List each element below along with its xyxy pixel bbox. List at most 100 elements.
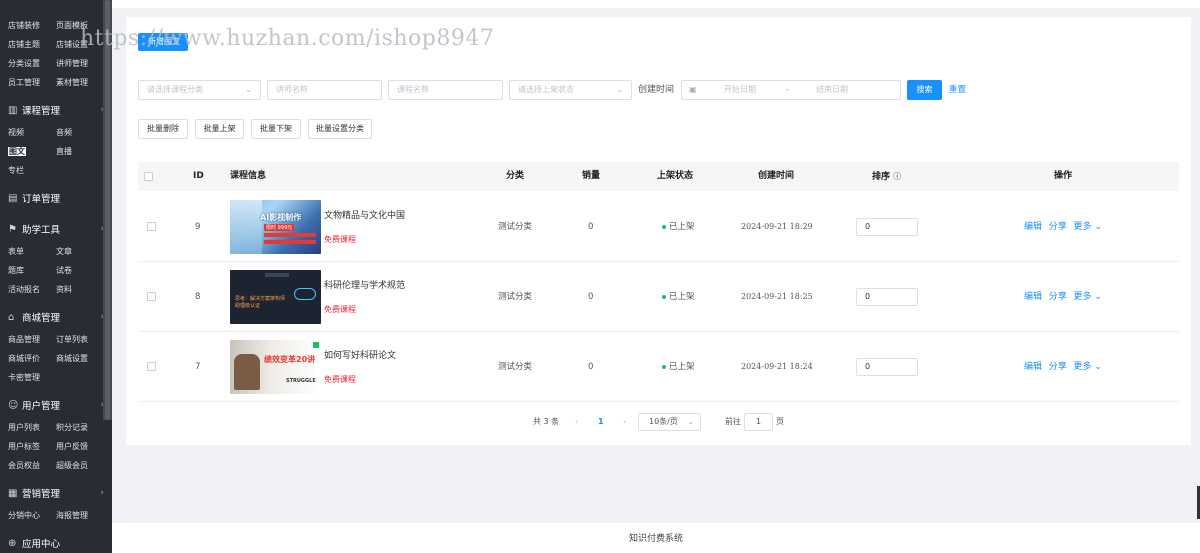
edit-link[interactable]: 编辑 (1024, 222, 1042, 232)
sidebar-group-order[interactable]: ▤ 订单管理 (0, 185, 112, 211)
status-select[interactable]: 请选择上架状态 ⌄ (509, 80, 632, 100)
sidebar-item-page-template[interactable]: 页面模板 (56, 16, 104, 35)
sidebar-item-user-tags[interactable]: 用户标签 (8, 437, 56, 456)
sidebar-item-material-management[interactable]: 素材管理 (56, 73, 104, 92)
sidebar-item-shop-theme[interactable]: 店铺主题 (8, 35, 56, 54)
thumbnail-figure (234, 354, 260, 390)
row-checkbox[interactable] (147, 292, 156, 301)
row-id: 7 (195, 362, 201, 372)
sidebar-item-audio[interactable]: 音频 (56, 123, 104, 142)
sidebar-item-card-key[interactable]: 卡密管理 (8, 368, 56, 387)
sidebar-item-mall-settings[interactable]: 商城设置 (56, 349, 104, 368)
reset-button[interactable]: 重置 (949, 80, 966, 100)
header-sort: 排序 ⓘ (872, 162, 901, 192)
page-size-select[interactable]: 10条/页 ⌄ (638, 413, 701, 431)
course-thumbnail[interactable]: AI影视制作 限时 999元 (230, 200, 321, 254)
sidebar-item-poster[interactable]: 海报管理 (56, 506, 104, 525)
share-link[interactable]: 分享 (1049, 222, 1067, 232)
sidebar-group-course[interactable]: ▥ 课程管理 › (0, 97, 112, 123)
row-created: 2024-09-21 18:29 (741, 222, 813, 231)
chevron-down-icon: ⌄ (1094, 292, 1102, 302)
sidebar-item-exam[interactable]: 试卷 (56, 261, 104, 280)
date-range-picker[interactable]: ▣ 开始日期 - 结束日期 (681, 80, 901, 100)
sidebar-item-event-signup[interactable]: 活动报名 (8, 280, 56, 299)
sidebar-group-mall[interactable]: ⌂ 商城管理 › (0, 304, 112, 330)
sidebar-item-form[interactable]: 表单 (8, 242, 56, 261)
sidebar-group-marketing[interactable]: ▦ 营销管理 › (0, 480, 112, 506)
sidebar-item-shop-settings[interactable]: 店铺设置 (56, 35, 104, 54)
batch-publish-button[interactable]: 批量上架 (195, 119, 244, 139)
sidebar-item-shop-decoration[interactable]: 店铺装修 (8, 16, 56, 35)
sidebar-item-staff-management[interactable]: 员工管理 (8, 73, 56, 92)
more-dropdown[interactable]: 更多 ⌄ (1073, 292, 1101, 302)
header-course-info: 课程信息 (230, 171, 267, 181)
sidebar-item-resources[interactable]: 资料 (56, 280, 104, 299)
course-name-input[interactable]: 课程名称 (388, 80, 503, 100)
start-date-input[interactable]: 开始日期 (724, 81, 756, 99)
add-article-button[interactable]: 新增图文 (138, 33, 188, 51)
sidebar-item-member-rights[interactable]: 会员权益 (8, 456, 56, 475)
sidebar-item-points-log[interactable]: 积分记录 (56, 418, 104, 437)
course-title[interactable]: 文物精品与文化中国 (324, 208, 405, 221)
sidebar-item-question-bank[interactable]: 题库 (8, 261, 56, 280)
sidebar-group-app[interactable]: ⊕ 应用中心 (0, 530, 112, 553)
sidebar-item-category-settings[interactable]: 分类设置 (8, 54, 56, 73)
row-ops: 编辑 分享 更多 ⌄ (1024, 192, 1102, 262)
row-checkbox[interactable] (147, 222, 156, 231)
more-label: 更多 (1073, 292, 1092, 302)
sidebar-item-teacher-management[interactable]: 讲师管理 (56, 54, 104, 73)
sidebar-item-article[interactable]: 文章 (56, 242, 104, 261)
sidebar-item-article[interactable]: 图文 (8, 142, 56, 161)
status-dot (662, 294, 666, 299)
range-separator: - (786, 85, 789, 94)
course-thumbnail[interactable]: 思考：解决方案架构师 助理级认证 (230, 270, 321, 324)
teacher-input[interactable]: 讲师名称 (267, 80, 382, 100)
sort-input[interactable]: 0 (856, 358, 918, 376)
sort-input[interactable]: 0 (856, 288, 918, 306)
search-button[interactable]: 搜索 (907, 80, 942, 100)
header-ops: 操作 (1054, 171, 1073, 181)
sidebar-group-tools[interactable]: ⚑ 助学工具 › (0, 216, 112, 242)
sidebar-item-user-feedback[interactable]: 用户反馈 (56, 437, 104, 456)
end-date-input[interactable]: 结束日期 (816, 81, 848, 99)
row-ops: 编辑 分享 更多 ⌄ (1024, 262, 1102, 332)
more-dropdown[interactable]: 更多 ⌄ (1073, 362, 1101, 372)
more-label: 更多 (1073, 222, 1092, 232)
scrollbar-thumb[interactable] (105, 0, 110, 420)
course-title[interactable]: 科研伦理与学术规范 (324, 278, 405, 291)
sidebar-item-video[interactable]: 视频 (8, 123, 56, 142)
sidebar-item-live[interactable]: 直播 (56, 142, 104, 161)
sidebar-item-order-list[interactable]: 订单列表 (56, 330, 104, 349)
edit-link[interactable]: 编辑 (1024, 362, 1042, 372)
sidebar-item-mall-review[interactable]: 商城评价 (8, 349, 56, 368)
category-select[interactable]: 请选择课程分类 ⌄ (138, 80, 261, 100)
goto-page-input[interactable]: 1 (744, 413, 773, 431)
thumbnail-tag (264, 240, 316, 244)
row-checkbox[interactable] (147, 362, 156, 371)
sort-input[interactable]: 0 (856, 218, 918, 236)
sidebar-scrollbar[interactable] (103, 0, 112, 420)
sidebar-item-distribution[interactable]: 分销中心 (8, 506, 56, 525)
prev-page-icon[interactable]: ‹ (575, 413, 578, 431)
page-number-current[interactable]: 1 (598, 413, 604, 431)
select-all-checkbox[interactable] (144, 172, 153, 181)
course-thumbnail[interactable]: 绩效变革20讲 STRUGGLE (230, 340, 321, 394)
sidebar-group-user[interactable]: ☺ 用户管理 › (0, 392, 112, 418)
edit-link[interactable]: 编辑 (1024, 292, 1042, 302)
sidebar-item-goods[interactable]: 商品管理 (8, 330, 56, 349)
more-dropdown[interactable]: 更多 ⌄ (1073, 222, 1101, 232)
share-link[interactable]: 分享 (1049, 362, 1067, 372)
batch-delete-button[interactable]: 批量删除 (138, 119, 188, 139)
next-page-icon[interactable]: › (623, 413, 626, 431)
batch-unpublish-button[interactable]: 批量下架 (251, 119, 301, 139)
status-text: 已上架 (669, 222, 695, 232)
sidebar-item-column[interactable]: 专栏 (8, 161, 56, 180)
sidebar-item-super-member[interactable]: 超级会员 (56, 456, 104, 475)
row-category: 测试分类 (498, 292, 533, 302)
batch-set-category-button[interactable]: 批量设置分类 (308, 119, 372, 139)
course-title[interactable]: 如何写好科研论文 (324, 348, 396, 361)
share-link[interactable]: 分享 (1049, 292, 1067, 302)
sidebar-item-user-list[interactable]: 用户列表 (8, 418, 56, 437)
goto-suffix: 页 (776, 417, 784, 426)
sidebar-top-menu: 店铺装修 页面模板 店铺主题 店铺设置 分类设置 讲师管理 员工管理 素材管理 (0, 0, 112, 92)
